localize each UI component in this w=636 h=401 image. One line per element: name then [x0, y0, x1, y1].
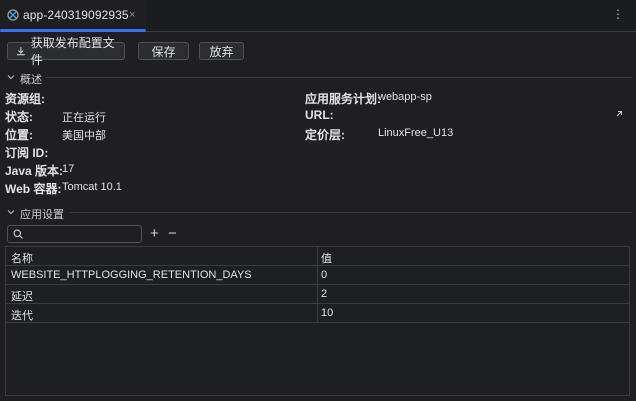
section-divider	[46, 77, 632, 78]
setting-value-cell[interactable]: 10	[321, 307, 333, 319]
tab-bar: app-240319092935 × ⋮	[0, 0, 636, 32]
app-service-plan-value: webapp-sp	[378, 91, 432, 103]
save-button[interactable]: 保存	[138, 42, 189, 60]
close-icon[interactable]: ×	[129, 9, 135, 21]
subscription-id-label: 订阅 ID:	[5, 146, 49, 160]
column-header-name[interactable]: 名称	[11, 250, 33, 266]
app-service-plan-label: 应用服务计划:	[305, 92, 381, 106]
setting-value-cell[interactable]: 0	[321, 269, 327, 281]
active-tab-indicator	[0, 29, 146, 32]
app-settings-table: 名称 值 WEBSITE_HTTPLOGGING_RETENTION_DAYS …	[5, 246, 630, 396]
setting-name-cell[interactable]: WEBSITE_HTTPLOGGING_RETENTION_DAYS	[11, 269, 252, 281]
pricing-tier-value: LinuxFree_U13	[378, 127, 454, 139]
app-properties-window: app-240319092935 × ⋮ 获取发布配置文件 保存 放弃 概述 资…	[0, 0, 636, 401]
status-label: 状态:	[5, 110, 33, 124]
more-options-icon[interactable]: ⋮	[612, 8, 624, 20]
app-settings-title: 应用设置	[20, 209, 64, 221]
setting-name-cell[interactable]: 延迟	[11, 288, 33, 304]
download-icon	[16, 47, 25, 56]
chevron-down-icon	[7, 75, 15, 80]
settings-search-box[interactable]	[7, 225, 142, 243]
url-label: URL:	[305, 108, 334, 122]
search-icon	[13, 229, 23, 239]
section-divider	[70, 212, 632, 213]
discard-button[interactable]: 放弃	[199, 42, 244, 60]
external-link-icon[interactable]	[615, 110, 623, 118]
add-setting-button[interactable]: +	[150, 226, 159, 241]
tab-title: app-240319092935	[23, 8, 129, 22]
web-container-label: Web 容器:	[5, 182, 62, 196]
setting-value-cell[interactable]: 2	[321, 288, 327, 300]
app-settings-section-header[interactable]: 应用设置	[0, 205, 636, 221]
get-publish-profile-button[interactable]: 获取发布配置文件	[7, 36, 125, 67]
save-label: 保存	[151, 44, 176, 59]
tab-app[interactable]: app-240319092935 ×	[0, 0, 146, 32]
status-value: 正在运行	[62, 112, 106, 124]
pricing-tier-label: 定价层:	[305, 128, 345, 142]
location-value: 美国中部	[62, 130, 106, 142]
get-publish-profile-label: 获取发布配置文件	[30, 36, 115, 67]
resource-group-label: 资源组:	[5, 92, 45, 106]
overview-section-header[interactable]: 概述	[0, 70, 636, 86]
location-label: 位置:	[5, 128, 33, 142]
overview-title: 概述	[20, 74, 42, 86]
web-container-value: Tomcat 10.1	[62, 181, 122, 193]
java-version-label: Java 版本:	[5, 164, 64, 178]
setting-name-cell[interactable]: 迭代	[11, 307, 33, 323]
java-version-value: 17	[62, 163, 75, 175]
column-header-value[interactable]: 值	[321, 250, 332, 266]
remove-setting-button[interactable]: −	[168, 226, 177, 241]
settings-search-input[interactable]	[26, 227, 136, 241]
app-service-icon	[7, 9, 19, 21]
column-divider[interactable]	[317, 247, 318, 322]
chevron-down-icon	[7, 210, 15, 215]
discard-label: 放弃	[209, 44, 234, 59]
